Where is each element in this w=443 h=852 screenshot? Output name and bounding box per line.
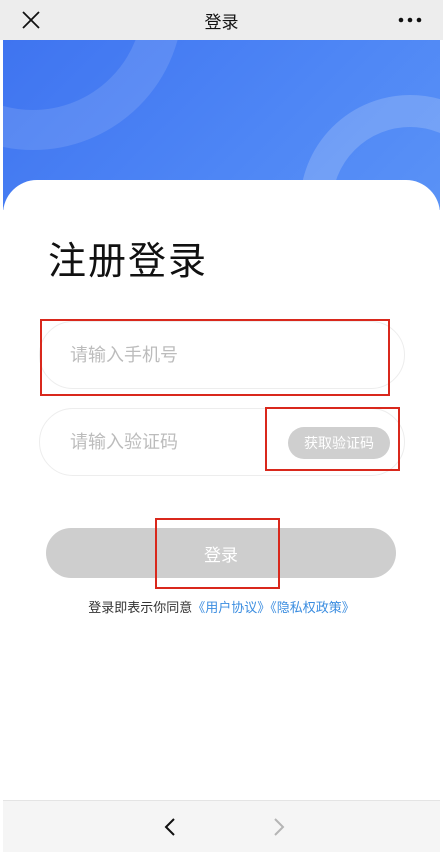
forward-button[interactable]	[265, 814, 291, 840]
get-code-button[interactable]: 获取验证码	[288, 427, 390, 459]
phone-input[interactable]	[70, 344, 290, 366]
chevron-right-icon	[274, 818, 285, 836]
agreement-prefix: 登录即表示你同意	[88, 601, 193, 616]
page-title: 登录	[204, 12, 239, 33]
verification-code-input[interactable]	[70, 431, 290, 453]
decorative-ring	[3, 40, 183, 150]
agreement-text: 登录即表示你同意《用户协议》《隐私权政策》	[3, 597, 440, 616]
privacy-policy-link[interactable]: 《隐私权政策》	[270, 601, 355, 616]
login-heading: 注册登录	[48, 239, 209, 283]
user-agreement-link[interactable]: 《用户协议》	[192, 601, 270, 616]
browser-bottom-bar	[3, 800, 440, 852]
login-card: 注册登录 获取验证码 登录 登录即表示你同意《用户协议》《隐私权政策》	[3, 180, 440, 800]
login-page: 登录 注册登录 获取验证码 登录 登录即表示你同意《用户协议》《隐私权政策》	[0, 0, 443, 852]
back-button[interactable]	[158, 814, 184, 840]
verification-code-field: 获取验证码	[39, 408, 405, 476]
chevron-left-icon	[164, 818, 175, 836]
close-icon	[22, 11, 40, 29]
top-navigation-bar: 登录	[0, 0, 443, 40]
more-button[interactable]	[395, 8, 425, 32]
more-icon	[398, 17, 422, 23]
close-button[interactable]	[18, 7, 44, 33]
login-button[interactable]: 登录	[46, 528, 396, 578]
phone-field	[39, 321, 405, 389]
